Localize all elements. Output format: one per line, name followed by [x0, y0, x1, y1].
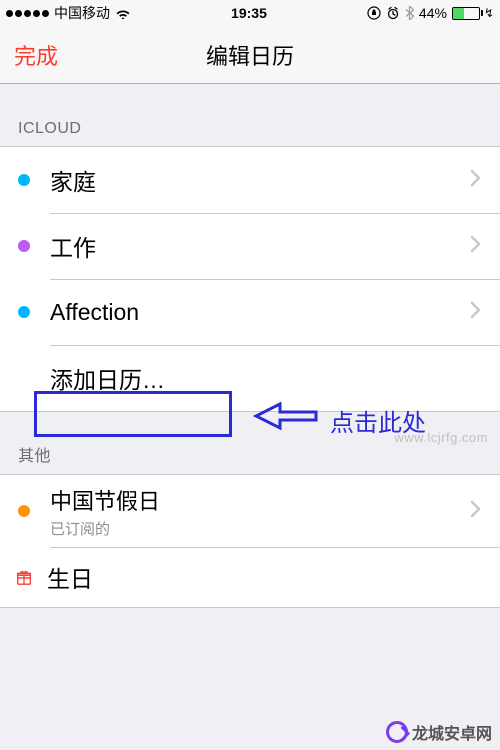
nav-bar: 完成 编辑日历 — [0, 26, 500, 84]
icloud-list: 家庭 工作 Affection 添加日历… — [0, 146, 500, 412]
calendar-label: Affection — [50, 299, 470, 326]
annotation-text: 点击此处 — [330, 403, 426, 438]
color-dot-icon — [18, 306, 30, 318]
section-header-icloud: ICLOUD — [0, 84, 500, 146]
battery-pct-label: 44% — [419, 5, 447, 21]
signal-strength-icon — [6, 10, 49, 17]
calendar-row-affection[interactable]: Affection — [0, 279, 500, 345]
other-list: 中国节假日 已订阅的 生日 — [0, 474, 500, 608]
bluetooth-icon — [405, 6, 414, 20]
chevron-right-icon — [470, 169, 482, 192]
calendar-row-china-holidays[interactable]: 中国节假日 已订阅的 — [0, 475, 500, 547]
status-time: 19:35 — [231, 5, 267, 21]
calendar-row-work[interactable]: 工作 — [0, 213, 500, 279]
calendar-label: 家庭 — [50, 163, 470, 197]
status-bar: 中国移动 19:35 44% ↯ — [0, 0, 500, 26]
chevron-right-icon — [470, 500, 482, 523]
carrier-label: 中国移动 — [54, 3, 110, 23]
color-dot-icon — [18, 505, 30, 517]
add-calendar-label: 添加日历… — [50, 361, 482, 395]
calendar-row-home[interactable]: 家庭 — [0, 147, 500, 213]
calendar-row-birthdays[interactable]: 生日 — [0, 547, 500, 607]
done-button[interactable]: 完成 — [14, 39, 58, 71]
calendar-label: 中国节假日 — [50, 484, 160, 516]
brand-label: 龙城安卓网 — [412, 720, 492, 744]
annotation-arrow-icon — [250, 398, 322, 434]
color-dot-icon — [18, 174, 30, 186]
wifi-icon — [115, 7, 131, 19]
chevron-right-icon — [470, 235, 482, 258]
page-title: 编辑日历 — [0, 39, 500, 71]
source-brand: 龙城安卓网 — [386, 720, 492, 744]
color-dot-icon — [18, 240, 30, 252]
orientation-lock-icon — [367, 6, 381, 20]
alarm-icon — [386, 6, 400, 20]
battery-icon: ↯ — [452, 6, 494, 20]
brand-logo-icon — [386, 721, 408, 743]
chevron-right-icon — [470, 301, 482, 324]
calendar-label: 生日 — [47, 560, 482, 594]
calendar-label: 工作 — [50, 229, 470, 263]
gift-icon — [15, 568, 33, 586]
calendar-sublabel: 已订阅的 — [50, 518, 160, 539]
